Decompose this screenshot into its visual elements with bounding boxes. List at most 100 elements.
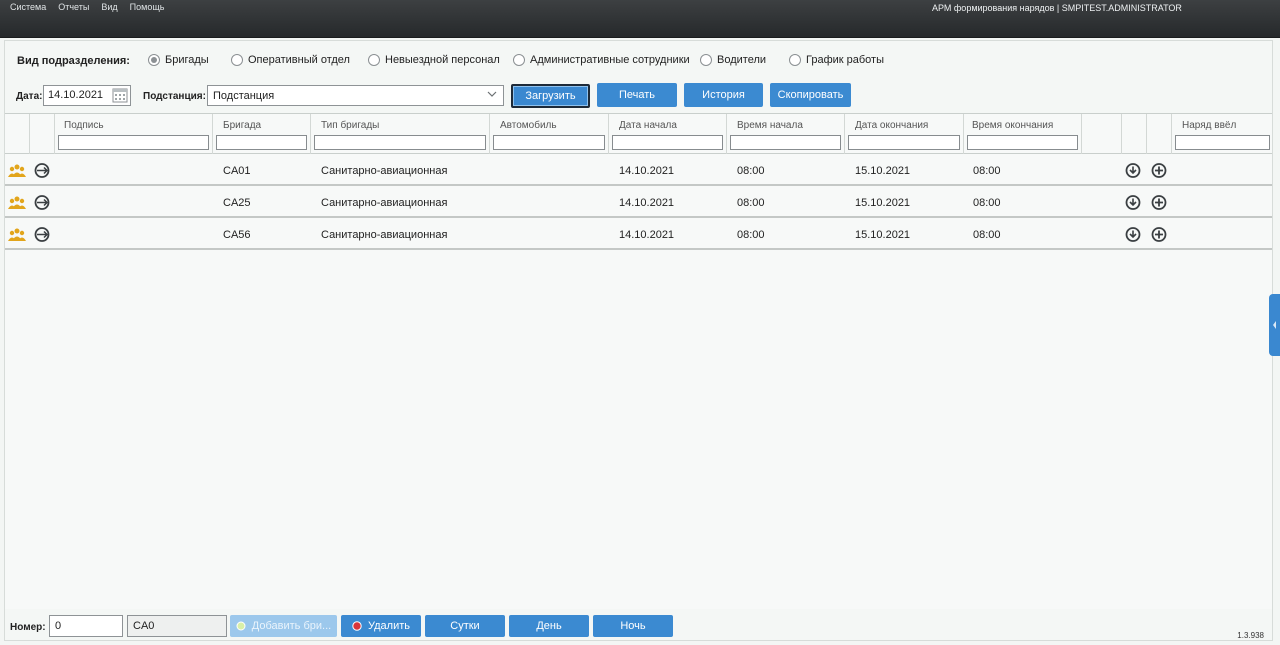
- radio-label: Административные сотрудники: [530, 54, 690, 66]
- cell-start-date: 14.10.2021: [619, 165, 675, 177]
- col-team[interactable]: Бригада: [223, 120, 261, 131]
- app-title: АРМ формирования нарядов | SMPITEST.ADMI…: [932, 3, 1182, 13]
- refresh-crew-icon[interactable]: [33, 226, 51, 243]
- add-circle-icon[interactable]: [1150, 162, 1168, 179]
- radio-dot[interactable]: [513, 54, 525, 66]
- cell-start-date: 14.10.2021: [619, 197, 675, 209]
- radio-admin-staff[interactable]: Административные сотрудники: [513, 54, 690, 66]
- station-label: Подстанция:: [143, 91, 206, 102]
- undo-icon[interactable]: [1124, 162, 1142, 179]
- filter-team-type[interactable]: [314, 135, 486, 150]
- radio-operational-dept[interactable]: Оперативный отдел: [231, 54, 350, 66]
- calendar-icon[interactable]: [112, 87, 128, 103]
- team-members-icon[interactable]: [8, 194, 26, 211]
- filter-signature[interactable]: [58, 135, 209, 150]
- team-members-icon[interactable]: [8, 162, 26, 179]
- add-team-button[interactable]: Добавить бри...: [230, 615, 337, 637]
- table-row[interactable]: CA01 Санитарно-авиационная 14.10.2021 08…: [5, 155, 1272, 186]
- col-team-type[interactable]: Тип бригады: [321, 120, 379, 131]
- radio-dot[interactable]: [789, 54, 801, 66]
- cell-team-type: Санитарно-авиационная: [321, 229, 448, 241]
- cell-start-time: 08:00: [737, 229, 765, 241]
- collapse-arrow-icon: [1273, 321, 1276, 329]
- number-label: Номер:: [10, 622, 46, 633]
- teams-grid: Подпись Бригада Тип бригады Автомобиль Д…: [5, 113, 1272, 609]
- cell-team-type: Санитарно-авиационная: [321, 165, 448, 177]
- add-team-label: Добавить бри...: [251, 620, 332, 632]
- delete-label: Удалить: [368, 620, 410, 632]
- col-car[interactable]: Автомобиль: [500, 120, 557, 131]
- radio-non-field-staff[interactable]: Невыездной персонал: [368, 54, 500, 66]
- cell-end-date: 15.10.2021: [855, 165, 911, 177]
- add-circle-icon[interactable]: [1150, 194, 1168, 211]
- day-button[interactable]: День: [509, 615, 589, 637]
- menu-system[interactable]: Система: [4, 2, 52, 12]
- filter-car[interactable]: [493, 135, 605, 150]
- version-label: 1.3.938: [1237, 631, 1264, 640]
- add-icon: [236, 621, 246, 631]
- code-field[interactable]: CA0: [127, 615, 227, 637]
- filter-team[interactable]: [216, 135, 307, 150]
- col-start-date[interactable]: Дата начала: [619, 120, 677, 131]
- side-panel-toggle[interactable]: [1269, 294, 1280, 356]
- filter-end-date[interactable]: [848, 135, 960, 150]
- team-members-icon[interactable]: [8, 226, 26, 243]
- refresh-crew-icon[interactable]: [33, 162, 51, 179]
- history-button[interactable]: История: [684, 83, 763, 107]
- radio-label: График работы: [806, 54, 884, 66]
- menu-reports[interactable]: Отчеты: [52, 2, 95, 12]
- filter-start-date[interactable]: [612, 135, 723, 150]
- copy-button[interactable]: Скопировать: [770, 83, 851, 107]
- load-button[interactable]: Загрузить: [511, 84, 590, 108]
- chevron-down-icon[interactable]: [487, 89, 497, 99]
- cell-team: CA01: [223, 165, 251, 177]
- radio-schedule[interactable]: График работы: [789, 54, 884, 66]
- menu-help[interactable]: Помощь: [124, 2, 171, 12]
- table-row[interactable]: CA25 Санитарно-авиационная 14.10.2021 08…: [5, 187, 1272, 218]
- cell-end-time: 08:00: [973, 197, 1001, 209]
- cell-team: CA25: [223, 197, 251, 209]
- col-end-time[interactable]: Время окончания: [972, 120, 1053, 131]
- radio-label: Невыездной персонал: [385, 54, 500, 66]
- number-field[interactable]: 0: [49, 615, 123, 637]
- radio-dot[interactable]: [700, 54, 712, 66]
- menu-view[interactable]: Вид: [95, 2, 123, 12]
- col-end-date[interactable]: Дата окончания: [855, 120, 928, 131]
- print-button[interactable]: Печать: [597, 83, 677, 107]
- cell-end-date: 15.10.2021: [855, 229, 911, 241]
- station-select[interactable]: Подстанция: [207, 85, 504, 106]
- radio-drivers[interactable]: Водители: [700, 54, 766, 66]
- filter-end-time[interactable]: [967, 135, 1078, 150]
- col-entered-by[interactable]: Наряд ввёл: [1182, 120, 1236, 131]
- delete-button[interactable]: Удалить: [341, 615, 421, 637]
- refresh-crew-icon[interactable]: [33, 194, 51, 211]
- radio-teams[interactable]: Бригады: [148, 54, 209, 66]
- cell-end-time: 08:00: [973, 229, 1001, 241]
- radio-dot[interactable]: [368, 54, 380, 66]
- add-circle-icon[interactable]: [1150, 226, 1168, 243]
- cell-start-time: 08:00: [737, 197, 765, 209]
- unit-kind-label: Вид подразделения:: [17, 55, 130, 67]
- undo-icon[interactable]: [1124, 194, 1142, 211]
- full-day-button[interactable]: Сутки: [425, 615, 505, 637]
- radio-label: Бригады: [165, 54, 209, 66]
- cell-start-date: 14.10.2021: [619, 229, 675, 241]
- radio-dot[interactable]: [231, 54, 243, 66]
- table-row[interactable]: CA56 Санитарно-авиационная 14.10.2021 08…: [5, 219, 1272, 250]
- night-button[interactable]: Ночь: [593, 615, 673, 637]
- cell-team: CA56: [223, 229, 251, 241]
- col-signature[interactable]: Подпись: [64, 120, 104, 131]
- main-menu: Система Отчеты Вид Помощь: [4, 2, 170, 12]
- filter-start-time[interactable]: [730, 135, 841, 150]
- cell-end-date: 15.10.2021: [855, 197, 911, 209]
- col-start-time[interactable]: Время начала: [737, 120, 803, 131]
- radio-label: Водители: [717, 54, 767, 66]
- radio-dot-selected[interactable]: [148, 54, 160, 66]
- cell-end-time: 08:00: [973, 165, 1001, 177]
- station-value: Подстанция: [213, 90, 275, 102]
- undo-icon[interactable]: [1124, 226, 1142, 243]
- filter-entered-by[interactable]: [1175, 135, 1270, 150]
- cell-team-type: Санитарно-авиационная: [321, 197, 448, 209]
- date-label: Дата:: [16, 91, 43, 102]
- title-bar: Система Отчеты Вид Помощь АРМ формирован…: [0, 0, 1280, 38]
